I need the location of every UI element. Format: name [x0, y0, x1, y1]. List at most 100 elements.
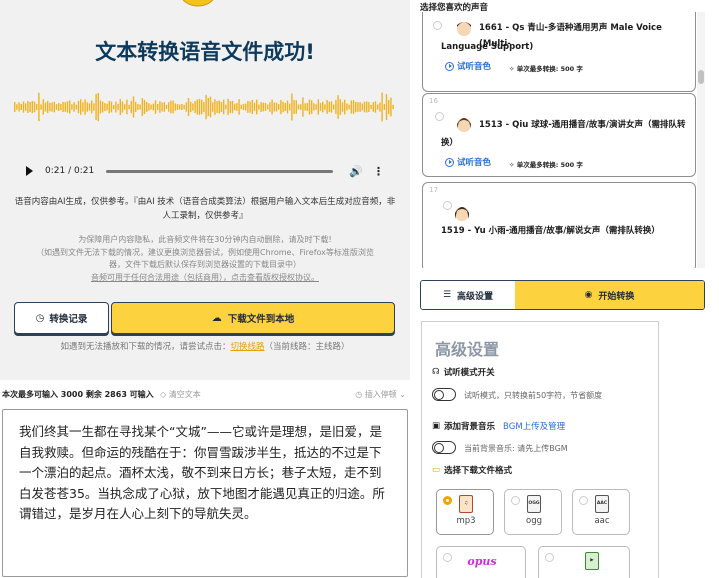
format-option-aac[interactable]: AAC aac	[572, 489, 630, 535]
text-input[interactable]: 我们终其一生都在寻找某个“文城”——它或许是理想，是旧爱，是自我救赎。但命运的残…	[2, 409, 408, 577]
result-panel: 文本转换语音文件成功! 0:21 / 0:21 🔊 ⋮ 语音内容由AI生成，仅供…	[0, 0, 410, 380]
waveform-bar	[77, 100, 80, 114]
format-option-opus[interactable]: opus	[436, 546, 526, 578]
format-label: ogg	[526, 516, 542, 526]
listen-button[interactable]: 试听音色	[445, 156, 491, 168]
license-link[interactable]: 音频可用于任何合法用途（包括商用），点击查看版权授权协议。	[18, 272, 392, 285]
waveform-bar	[273, 102, 275, 112]
play-icon[interactable]	[26, 166, 33, 176]
audio-progress-track[interactable]	[106, 169, 334, 173]
download-button[interactable]: ☁ 下载文件到本地	[111, 302, 395, 334]
voice-name-cont: Language Support)	[441, 42, 534, 52]
waveform-bar	[324, 104, 326, 110]
more-options-icon[interactable]: ⋮	[373, 165, 384, 178]
switch-line-link[interactable]: 切换线路	[230, 342, 264, 352]
waveform-bar	[187, 98, 190, 116]
waveform-bar	[126, 99, 128, 115]
format-title: 选择下载文件格式	[444, 466, 513, 476]
waveform-bar	[106, 103, 108, 111]
voice-radio[interactable]	[443, 201, 452, 210]
waveform-bar	[157, 104, 159, 110]
format-radio[interactable]	[579, 496, 588, 505]
insert-pause-button[interactable]: ◷ 插入停顿 ⌄	[355, 389, 406, 400]
waveform-bar	[295, 100, 297, 114]
switch-note-prefix: 如遇到无法播放和下载的情况，请尝试点击：	[60, 342, 231, 352]
ogg-file-icon: OGG	[527, 495, 541, 513]
waveform-bar	[363, 101, 366, 113]
format-option-mp3[interactable]: ♫ mp3	[436, 489, 494, 535]
start-conversion-button[interactable]: ◉ 开始转换	[515, 281, 704, 309]
waveform-bar	[181, 103, 183, 111]
limit-icon: ✧	[509, 161, 515, 169]
voice-card[interactable]: 17 1519 - Yu 小雨-通用播音/故事/解说女声（需排队转换）	[422, 182, 696, 268]
voice-radio[interactable]	[433, 21, 442, 30]
waveform-bar	[143, 99, 146, 114]
volume-icon[interactable]: 🔊	[349, 165, 363, 178]
waveform-bar	[293, 100, 295, 114]
waveform-bar	[275, 102, 278, 112]
voice-name-cont: 换）	[441, 138, 459, 148]
waveform-bar	[333, 104, 335, 110]
conversion-history-button[interactable]: ◷ 转换记录	[14, 302, 109, 334]
waveform-bar	[220, 102, 223, 112]
waveform-bar	[113, 105, 115, 110]
waveform-bar	[253, 102, 256, 111]
waveform-bar	[110, 101, 113, 113]
waveform-bar	[355, 101, 357, 113]
waveform-bar	[337, 95, 339, 119]
waveform-bar	[346, 103, 348, 111]
waveform-bar	[135, 102, 137, 112]
waveform-bar	[238, 99, 240, 115]
waveform-bar	[262, 102, 264, 112]
waveform-bar	[269, 102, 271, 112]
waveform-bar	[196, 99, 198, 115]
privacy-notice: 为保障用户内容隐私，此音频文件将在30分钟内自动删除，请及时下载! （如遇到文件…	[18, 234, 392, 284]
waveform-bar	[372, 102, 374, 112]
format-option-ogg[interactable]: OGG ogg	[504, 489, 562, 535]
waveform-bar	[297, 104, 300, 110]
waveform-bar	[368, 102, 370, 112]
waveform-bar	[357, 102, 359, 112]
listen-mode-toggle[interactable]	[432, 388, 456, 401]
start-conversion-label: 开始转换	[598, 291, 635, 302]
voice-card[interactable]: 16 1513 - Qiu 球球-通用播音/故事/演讲女声（需排队转 换） 试听…	[422, 93, 696, 177]
waveform-bar	[234, 103, 236, 111]
waveform-bar	[25, 103, 27, 111]
voice-list-scrollbar[interactable]	[697, 12, 705, 268]
waveform-bar	[66, 101, 69, 113]
waveform-bar	[359, 102, 361, 112]
format-label: opus	[467, 555, 497, 568]
tab-advanced-settings[interactable]: ☰ 高级设置	[421, 281, 515, 309]
waveform-bar	[205, 94, 207, 120]
audio-player[interactable]: 0:21 / 0:21 🔊 ⋮	[16, 158, 394, 184]
bgm-toggle[interactable]	[432, 441, 456, 454]
listen-button[interactable]: 试听音色	[445, 60, 491, 72]
waveform-bar	[183, 104, 185, 110]
limit-icon: ✧	[509, 65, 515, 73]
clear-text-label: 清空文本	[168, 390, 201, 399]
voice-card[interactable]: 1661 - Qs 青山-多语种通用男声 Male Voice (Multi- …	[422, 12, 696, 92]
clear-text-button[interactable]: ◇ 清空文本	[160, 389, 201, 400]
waveform-bar	[214, 99, 216, 115]
bgm-manage-link[interactable]: BGM上传及管理	[503, 420, 565, 432]
format-radio[interactable]	[443, 496, 452, 505]
input-toolbar: 本次最多可输入 3000 剩余 2863 可输入 ◇ 清空文本 ◷ 插入停顿 ⌄	[0, 388, 410, 402]
waveform-bar	[319, 103, 322, 111]
format-radio[interactable]	[545, 553, 554, 562]
advanced-settings-panel: 高级设置 ☊ 试听模式开关 试听模式，只转换前50字符，节省额度 ▣ 添加背景音…	[421, 321, 659, 578]
waveform-bar	[179, 104, 181, 110]
voice-list: 1661 - Qs 青山-多语种通用男声 Male Voice (Multi- …	[420, 12, 710, 268]
format-radio[interactable]	[511, 496, 520, 505]
waveform-bar	[194, 101, 196, 113]
scrollbar-thumb[interactable]	[698, 70, 704, 84]
waveform-bar	[174, 103, 176, 111]
success-title: 文本转换语音文件成功!	[95, 40, 315, 64]
bgm-title: 添加背景音乐	[444, 422, 496, 432]
waveform-bar	[172, 100, 174, 114]
voice-radio[interactable]	[435, 112, 444, 121]
format-option-wav[interactable]: ▶	[538, 546, 630, 578]
waveform-bar	[97, 93, 99, 122]
waveform-bar	[137, 104, 139, 110]
waveform-bar	[385, 94, 388, 120]
waveform-bar	[198, 99, 201, 115]
